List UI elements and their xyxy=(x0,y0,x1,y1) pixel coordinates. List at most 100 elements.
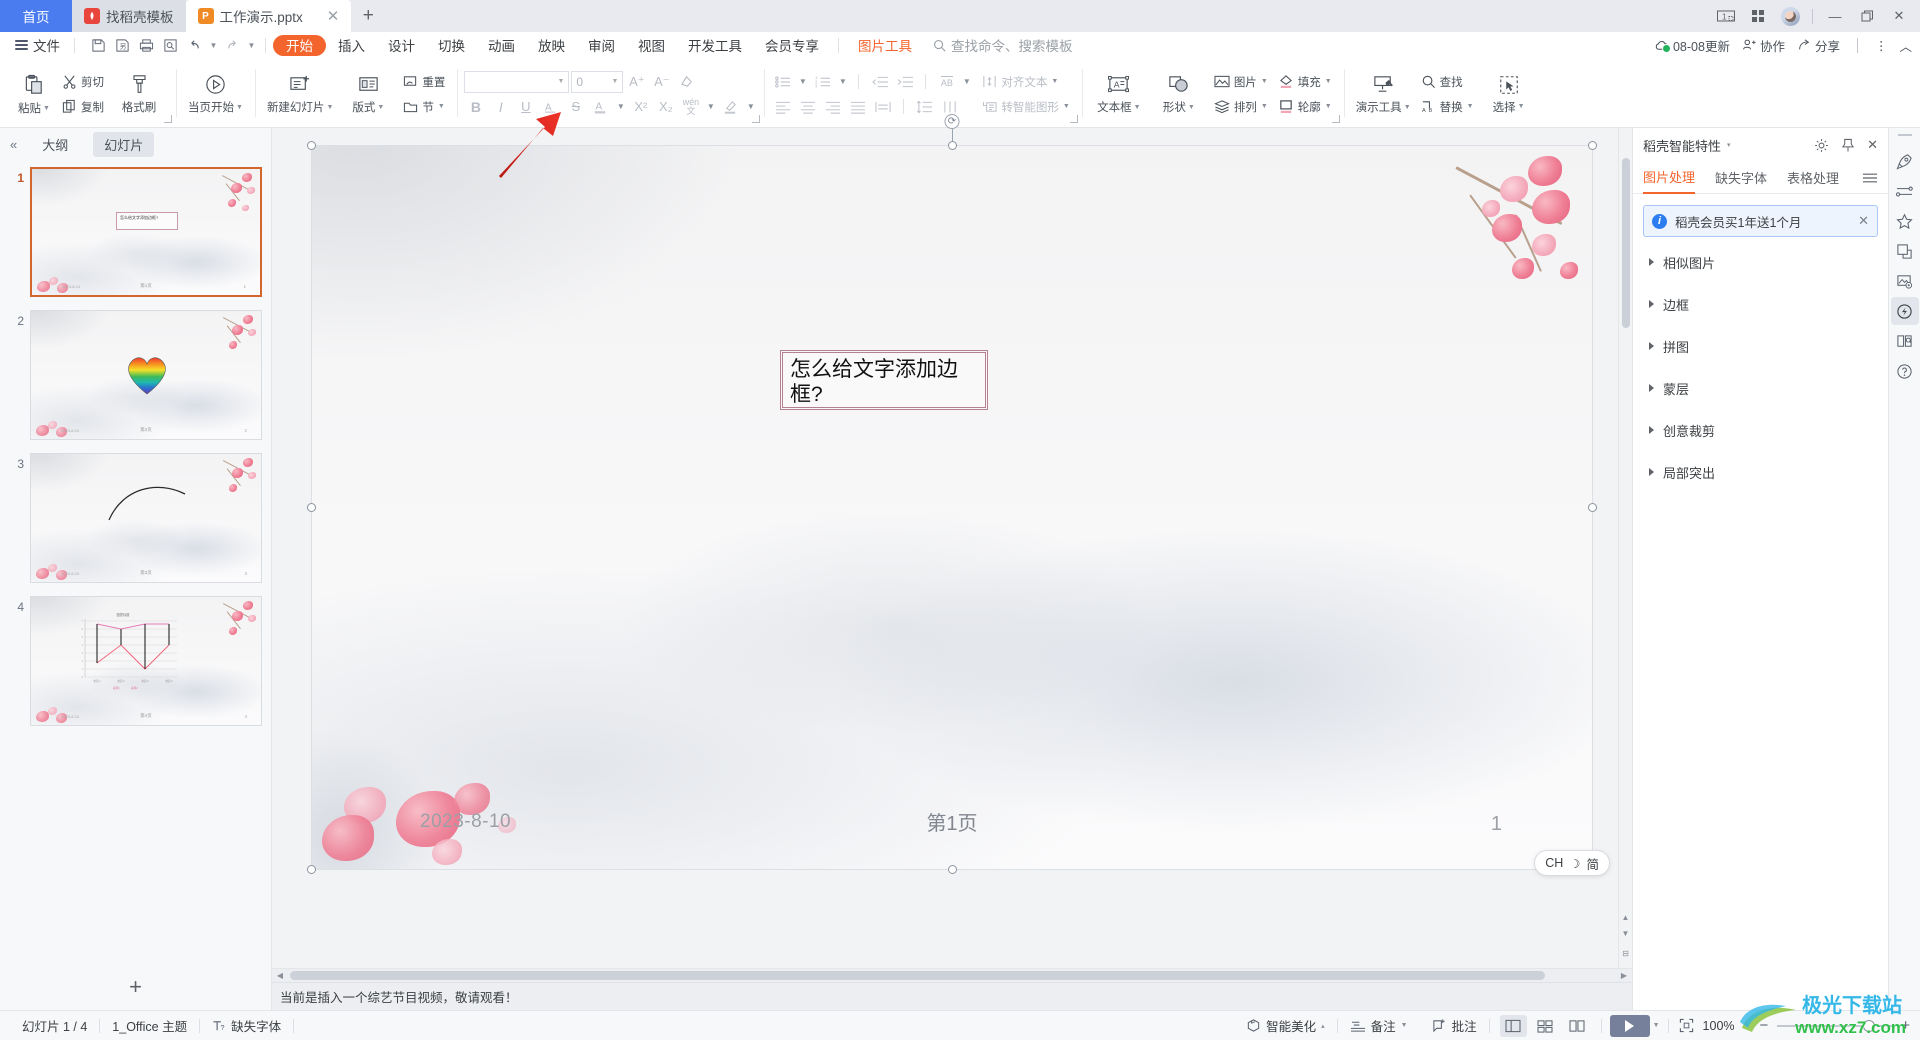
speaker-notes-pane[interactable]: 当前是插入一个综艺节目视频，敬请观看！ xyxy=(272,982,1632,1010)
tab-count-icon[interactable]: 1 xyxy=(1711,3,1741,29)
bold-button[interactable]: B xyxy=(464,96,487,118)
slide-textbox[interactable]: 怎么给文字添加边框? xyxy=(780,350,988,410)
highlight-button[interactable] xyxy=(719,96,742,118)
numbering-caret-icon[interactable]: ▼ xyxy=(836,71,849,93)
normal-view-button[interactable] xyxy=(1499,1014,1527,1037)
pin-icon[interactable] xyxy=(1841,138,1855,153)
align-distributed-icon[interactable] xyxy=(871,96,894,118)
tab-slides[interactable]: 幻灯片 xyxy=(93,131,155,157)
select-button[interactable]: 选择 ▼ xyxy=(1479,61,1539,127)
slide-thumbnail-4[interactable]: 图表标题 类别 1 类别 2 类别 3 类别 4 012 345 67 系列1 … xyxy=(30,596,262,726)
subscript-button[interactable]: X₂ xyxy=(654,96,677,118)
font-color-button[interactable]: A xyxy=(589,96,612,118)
slide-thumbnail-2[interactable]: 2023-8-10 第2页 2 xyxy=(30,310,262,440)
accordion-border[interactable]: 边框 xyxy=(1633,283,1888,325)
slide-thumbnail-1[interactable]: 怎么给文字添加边框? 2023-8-10 第1页 1 xyxy=(30,167,262,297)
chevron-down-icon[interactable]: ▾ xyxy=(1727,141,1731,149)
tab-animation[interactable]: 动画 xyxy=(477,35,526,56)
save-icon[interactable] xyxy=(87,34,110,56)
promo-close-icon[interactable]: ✕ xyxy=(1858,213,1869,229)
undo-caret-icon[interactable]: ▼ xyxy=(207,34,220,56)
redo-icon[interactable] xyxy=(221,34,244,56)
list-item[interactable]: 1 怎么给文字添加边框? 2023-8-10 第1页 1 xyxy=(0,164,271,307)
resize-handle-w[interactable] xyxy=(307,503,316,512)
help-icon[interactable] xyxy=(1891,357,1919,385)
tab-picture-tools[interactable]: 图片工具 xyxy=(847,35,923,56)
scroll-right-arrow-icon[interactable]: ▶ xyxy=(1618,971,1630,980)
collaborate-button[interactable]: 协作 xyxy=(1742,36,1785,55)
save-as-icon[interactable]: 另 xyxy=(111,34,134,56)
font-color-caret-icon[interactable]: ▼ xyxy=(614,96,627,118)
list-item[interactable]: 4 图表标题 类别 1 类别 2 类别 3 类别 4 0 1 2 3 4 5 6… xyxy=(0,593,271,736)
textbox-button[interactable]: A 文本框 ▼ xyxy=(1089,61,1149,127)
layout-button[interactable]: 版式 ▼ xyxy=(338,61,398,127)
align-text-button[interactable]: 对齐文本 ▼ xyxy=(977,70,1074,94)
align-center-icon[interactable] xyxy=(796,96,819,118)
ime-indicator[interactable]: CH ☽ 简 xyxy=(1534,850,1610,876)
theme-label[interactable]: 1_Office 主题 xyxy=(100,1016,199,1035)
superscript-button[interactable]: X² xyxy=(629,96,652,118)
resize-handle-nw[interactable] xyxy=(307,141,316,150)
scroll-left-arrow-icon[interactable]: ◀ xyxy=(274,971,286,980)
close-button[interactable]: ✕ xyxy=(1884,3,1914,29)
accordion-collage[interactable]: 拼图 xyxy=(1633,325,1888,367)
star-icon[interactable] xyxy=(1891,207,1919,235)
undo-icon[interactable] xyxy=(183,34,206,56)
line-spacing-icon[interactable] xyxy=(913,96,936,118)
smart-beautify-button[interactable]: 智能美化 ▴ xyxy=(1234,1016,1337,1035)
grow-font-button[interactable]: A⁺ xyxy=(625,71,648,93)
book-search-icon[interactable] xyxy=(1891,327,1919,355)
zoom-in-button[interactable]: + xyxy=(1901,1017,1910,1034)
tab-close-icon[interactable]: ✕ xyxy=(327,7,340,25)
list-item[interactable]: 2 2023-8-10 第2页 2 xyxy=(0,307,271,450)
print-icon[interactable] xyxy=(135,34,158,56)
scroll-down-arrow-icon[interactable]: ▼ xyxy=(1619,926,1632,940)
smart-feature-icon[interactable] xyxy=(1890,297,1919,325)
pinyin-caret-icon[interactable]: ▼ xyxy=(704,96,717,118)
resize-handle-s[interactable] xyxy=(948,865,957,874)
slide-thumbnail-3[interactable]: 2023-8-10 第3页 3 xyxy=(30,453,262,583)
numbering-icon[interactable]: 123 xyxy=(811,71,834,93)
tab-picture-processing[interactable]: 图片处理 xyxy=(1643,162,1696,194)
align-right-icon[interactable] xyxy=(821,96,844,118)
reading-view-button[interactable] xyxy=(1564,1015,1591,1037)
shrink-font-button[interactable]: A⁻ xyxy=(650,71,673,93)
collapse-left-icon[interactable]: « xyxy=(10,137,17,152)
restore-button[interactable] xyxy=(1852,3,1882,29)
drawing-dialog-launcher[interactable] xyxy=(1331,115,1340,123)
pinyin-guide-button[interactable]: wén 文 xyxy=(679,96,702,118)
scrollbar-thumb[interactable] xyxy=(290,971,1545,980)
align-justify-icon[interactable] xyxy=(846,96,869,118)
tab-design[interactable]: 设计 xyxy=(377,35,426,56)
tab-find-template[interactable]: 找稻壳模板 xyxy=(72,0,186,32)
accordion-local-highlight[interactable]: 局部突出 xyxy=(1633,451,1888,493)
fit-to-window-icon[interactable] xyxy=(1679,1018,1694,1033)
image-tools-icon[interactable] xyxy=(1891,267,1919,295)
cloud-update-button[interactable]: 08-08更新 xyxy=(1654,36,1730,55)
tab-document[interactable]: P 工作演示.pptx ✕ xyxy=(185,0,352,32)
add-slide-button[interactable]: + xyxy=(0,964,271,1010)
tab-member[interactable]: 会员专享 xyxy=(754,35,830,56)
accordion-similar-images[interactable]: 相似图片 xyxy=(1633,241,1888,283)
avatar[interactable] xyxy=(1775,3,1805,29)
missing-font-button[interactable]: ? 缺失字体 xyxy=(200,1016,293,1035)
present-tool-button[interactable]: 演示工具 ▼ xyxy=(1351,61,1416,127)
gear-icon[interactable] xyxy=(1814,138,1829,153)
notes-button[interactable]: 备注 ▼ xyxy=(1338,1016,1420,1035)
bullets-caret-icon[interactable]: ▼ xyxy=(796,71,809,93)
grid-icon[interactable] xyxy=(1743,3,1773,29)
font-dialog-launcher[interactable] xyxy=(752,115,761,123)
find-button[interactable]: 查找 xyxy=(1416,70,1479,94)
font-size-input[interactable]: 0 ▼ xyxy=(571,70,624,93)
slide-canvas[interactable]: ⟳ 怎么给文字添加边框? 2023-8-10 第1页 1 ▲ ▼ ⊟ xyxy=(272,114,1632,968)
italic-button[interactable]: I xyxy=(489,96,512,118)
start-from-current-button[interactable]: 当页开始 ▼ xyxy=(183,61,248,127)
canvas-horizontal-scrollbar[interactable]: ◀ ▶ xyxy=(272,968,1632,982)
tab-missing-fonts[interactable]: 缺失字体 xyxy=(1715,162,1767,194)
tab-table-processing[interactable]: 表格处理 xyxy=(1787,162,1839,194)
scroll-page-icon[interactable]: ⊟ xyxy=(1619,946,1632,960)
slide-thumbnail-list[interactable]: 1 怎么给文字添加边框? 2023-8-10 第1页 1 2 2023-8-10… xyxy=(0,160,271,964)
minimize-button[interactable]: — xyxy=(1820,3,1850,29)
clipboard-dialog-launcher[interactable] xyxy=(164,115,172,123)
tab-view[interactable]: 视图 xyxy=(627,35,676,56)
